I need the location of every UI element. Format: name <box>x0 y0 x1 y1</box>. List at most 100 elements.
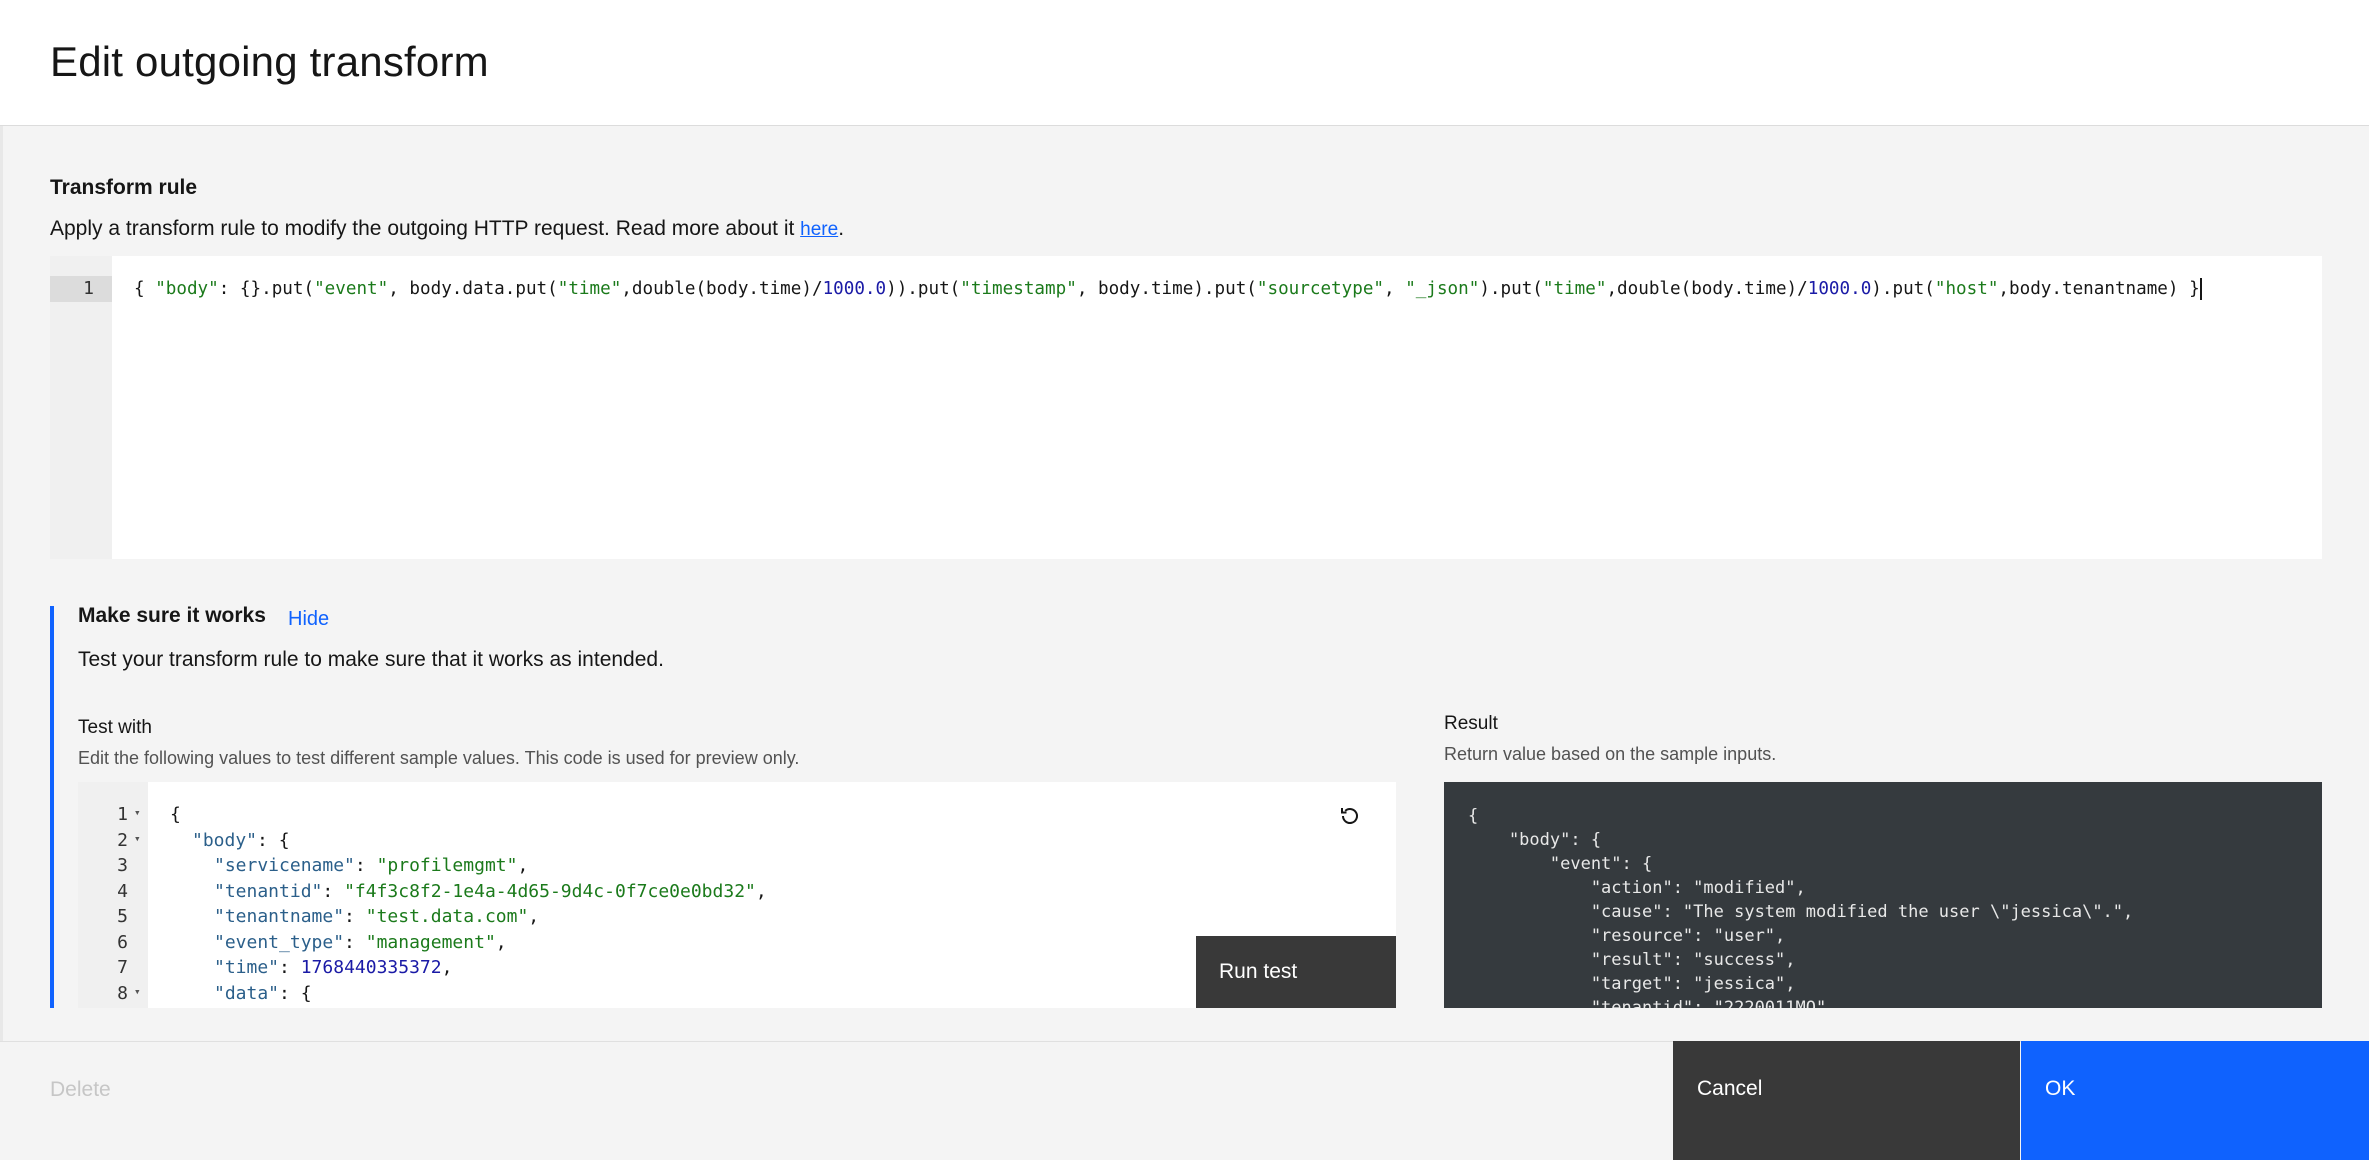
code-token: , <box>1384 279 1406 299</box>
code-text: "body": { <box>192 830 290 851</box>
code-token: : { <box>279 982 312 1004</box>
result-line: "event": { <box>1468 854 1653 874</box>
code-text: "tenantid": "f4f3c8f2-1e4a-4d65-9d4c-0f7… <box>214 881 767 902</box>
code-line[interactable]: 2 ▾ "body": { <box>78 830 1396 855</box>
modal-left-edge <box>0 0 3 1160</box>
transform-rule-description-text: Apply a transform rule to modify the out… <box>50 217 801 240</box>
code-token: "management" <box>365 931 496 953</box>
code-token: 1000.0 <box>822 279 887 299</box>
test-section-description: Test your transform rule to make sure th… <box>78 648 664 671</box>
code-token: : { <box>257 829 290 851</box>
code-token: "servicename" <box>214 855 355 876</box>
transform-rule-title: Transform rule <box>50 176 198 199</box>
code-token: : <box>279 957 301 978</box>
code-token: "_json" <box>1405 279 1480 299</box>
fold-toggle-icon[interactable]: ▾ <box>134 985 141 998</box>
line-number: 1 <box>83 278 94 299</box>
code-token: , body.time).put( <box>1076 279 1257 299</box>
result-description: Return value based on the sample inputs. <box>1444 744 1777 764</box>
code-token: , <box>517 855 529 876</box>
code-token: "sourcetype" <box>1256 279 1384 299</box>
code-token: 1000.0 <box>1807 279 1872 299</box>
result-line: "result": "success", <box>1468 950 1796 970</box>
delete-button[interactable]: Delete <box>50 1078 111 1102</box>
result-line: "cause": "The system modified the user \… <box>1468 902 2134 922</box>
code-token: "f4f3c8f2-1e4a-4d65-9d4c-0f7ce0e0bd32" <box>344 880 756 902</box>
test-with-description: Edit the following values to test differ… <box>78 748 800 768</box>
ok-button[interactable]: OK <box>2021 1041 2369 1160</box>
code-token: , body.data.put( <box>388 279 558 299</box>
code-token: : {}.put( <box>218 279 315 299</box>
code-token: "body" <box>192 829 258 851</box>
code-token: : <box>344 931 366 953</box>
line-number: 6 <box>117 931 128 953</box>
code-text: "event_type": "management", <box>214 932 507 953</box>
code-token: "timestamp" <box>960 279 1077 299</box>
code-token: : <box>322 880 345 902</box>
code-token: { <box>134 279 156 299</box>
code-token: , <box>495 931 507 953</box>
code-token: "event" <box>314 279 389 299</box>
code-token: , <box>528 906 540 927</box>
code-token: : <box>344 906 366 927</box>
code-token: "event_type" <box>214 931 345 953</box>
code-token: "time" <box>557 279 622 299</box>
reset-sample-button[interactable] <box>1334 800 1366 832</box>
code-token: "host" <box>1934 279 1999 299</box>
result-line: "target": "jessica", <box>1468 974 1796 994</box>
result-line: "body": { <box>1468 830 1602 850</box>
run-test-button[interactable]: Run test <box>1196 936 1396 1008</box>
code-token: "time" <box>1542 279 1607 299</box>
code-token: "tenantname" <box>214 906 345 927</box>
test-section-title: Make sure it works <box>78 604 266 627</box>
code-line[interactable]: 1 ▾ { <box>78 804 1396 829</box>
line-number: 2 <box>117 829 128 851</box>
code-token: ,double(body.time)/ <box>1606 279 1808 299</box>
fold-toggle-icon[interactable]: ▾ <box>134 832 141 845</box>
read-more-link[interactable]: here <box>800 219 838 240</box>
transform-rule-code[interactable]: { "body": {}.put("event", body.data.put(… <box>134 278 2202 300</box>
transform-rule-editor[interactable]: 1 { "body": {}.put("event", body.data.pu… <box>50 256 2322 559</box>
result-line: { <box>1468 806 1479 826</box>
transform-rule-description-end: . <box>838 217 845 240</box>
code-token: { <box>170 804 181 825</box>
result-title: Result <box>1444 713 1498 734</box>
transform-rule-description: Apply a transform rule to modify the out… <box>50 217 844 241</box>
result-line: "tenantid": "2220011MO" <box>1468 998 1827 1008</box>
test-with-title: Test with <box>78 717 152 738</box>
page-title: Edit outgoing transform <box>50 38 489 85</box>
code-token: "time" <box>214 957 280 978</box>
code-token: "profilemgmt" <box>376 855 518 876</box>
code-text: "data": { <box>214 983 312 1004</box>
code-token: ).put( <box>1871 279 1935 299</box>
fold-toggle-icon[interactable]: ▾ <box>134 806 141 819</box>
code-token: "data" <box>214 982 280 1004</box>
line-number: 4 <box>117 880 128 902</box>
result-line: "resource": "user", <box>1468 926 1786 946</box>
code-text: { <box>170 804 181 825</box>
line-number: 5 <box>117 906 128 927</box>
code-line[interactable]: 3 "servicename": "profilemgmt", <box>78 855 1396 880</box>
text-cursor <box>2199 278 2202 300</box>
code-token: "tenantid" <box>214 880 323 902</box>
code-token: : <box>354 855 377 876</box>
reset-icon <box>1341 808 1358 824</box>
code-token: , <box>755 880 767 902</box>
result-output: { "body": { "event": { "action": "modifi… <box>1444 782 2322 1008</box>
code-token: )).put( <box>886 279 961 299</box>
line-number: 1 <box>117 804 128 825</box>
line-number: 3 <box>117 855 128 876</box>
code-text: "time": 1768440335372, <box>214 957 452 978</box>
cancel-button[interactable]: Cancel <box>1673 1041 2020 1160</box>
hide-test-link[interactable]: Hide <box>288 608 329 631</box>
line-number: 8 <box>117 982 128 1004</box>
code-token: "test.data.com" <box>365 906 529 927</box>
code-text: "servicename": "profilemgmt", <box>214 855 528 876</box>
code-text: "tenantname": "test.data.com", <box>214 906 539 927</box>
code-token: ,double(body.time)/ <box>621 279 823 299</box>
code-token: "body" <box>155 279 219 299</box>
code-token: ).put( <box>1479 279 1543 299</box>
code-line[interactable]: 5 "tenantname": "test.data.com", <box>78 906 1396 931</box>
line-number: 7 <box>117 957 128 978</box>
code-line[interactable]: 4 "tenantid": "f4f3c8f2-1e4a-4d65-9d4c-0f… <box>78 881 1396 906</box>
